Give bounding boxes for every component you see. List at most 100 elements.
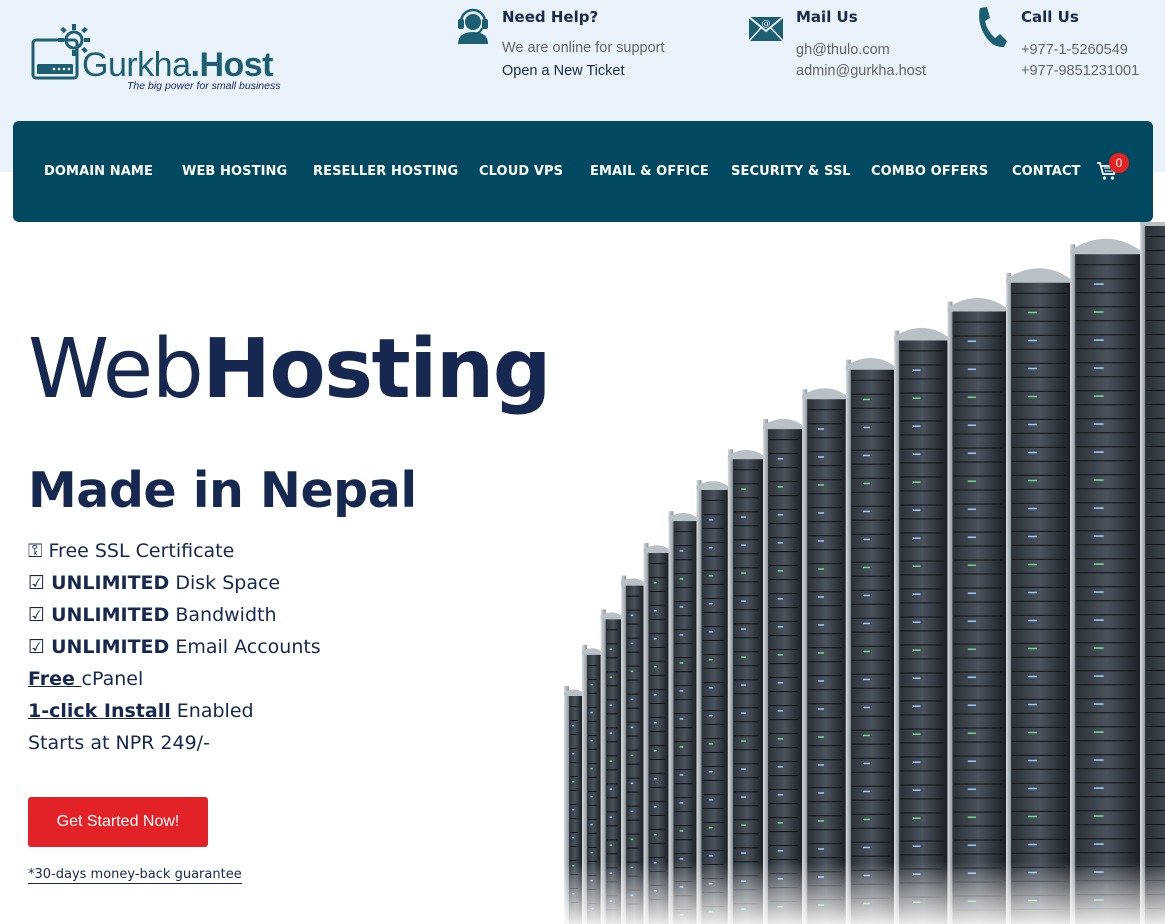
rack-unit <box>606 769 618 771</box>
rack-unit <box>674 629 693 631</box>
rack-unit <box>769 439 799 441</box>
rack-led <box>1093 339 1104 341</box>
rack-led <box>1028 423 1038 426</box>
rack-unit <box>953 433 1003 435</box>
rack-unit <box>649 562 665 564</box>
rack-unit <box>900 476 944 478</box>
rack-unit <box>1012 544 1067 546</box>
rack-unit <box>627 637 640 639</box>
rack-led <box>679 718 684 720</box>
nav-cloud-vps[interactable]: CLOUD VPS <box>479 164 563 179</box>
rack-unit <box>702 541 724 543</box>
free-link[interactable]: Free <box>28 668 82 690</box>
rack-led <box>653 749 657 752</box>
rack-unit <box>900 448 944 450</box>
rack-unit <box>900 462 944 464</box>
mail-address-2[interactable]: admin@gurkha.host <box>796 63 926 79</box>
rack-unit <box>900 574 944 576</box>
checkbox-icon: ☑ <box>28 636 46 658</box>
rack-unit <box>953 629 1003 631</box>
rack-unit <box>953 601 1003 603</box>
mail-address-1[interactable]: gh@thulo.com <box>796 42 890 58</box>
rack-unit <box>570 832 578 833</box>
rack-unit <box>808 507 842 509</box>
rack-unit <box>1012 572 1067 574</box>
rack-led <box>912 509 921 511</box>
get-started-button[interactable]: Get Started Now! <box>28 797 208 847</box>
rack-unit <box>1146 726 1165 727</box>
rack-unit <box>1146 852 1165 853</box>
rack-led <box>590 823 593 826</box>
rack-led <box>1028 479 1038 482</box>
rack-led <box>741 600 746 602</box>
rack-unit <box>1076 740 1137 742</box>
rack-frame <box>1070 244 1076 924</box>
phone-number-1[interactable]: +977-1-5260549 <box>1021 42 1128 58</box>
rack-led <box>1093 759 1104 761</box>
rack-unit <box>1012 740 1067 742</box>
rack-unit <box>1146 600 1165 601</box>
rack-led <box>1028 563 1038 566</box>
rack-unit <box>851 617 891 619</box>
rack-unit <box>588 846 597 848</box>
rack-led <box>863 454 870 457</box>
phone-number-2[interactable]: +977-9851231001 <box>1021 63 1139 79</box>
rack-led <box>912 397 921 399</box>
rack-led <box>1028 591 1038 594</box>
rack-unit <box>1076 362 1137 364</box>
cart-count-badge[interactable]: 0 <box>1109 153 1129 173</box>
rack-unit <box>627 819 640 821</box>
rack-unit <box>702 821 724 823</box>
rack-unit <box>769 817 799 819</box>
help-title: Need Help? <box>502 8 599 26</box>
rack-unit <box>733 483 760 485</box>
rack-led <box>1028 731 1038 734</box>
rack-unit <box>808 479 842 481</box>
rack-unit <box>1012 348 1067 350</box>
rack-led <box>741 740 746 742</box>
rack-led <box>912 593 921 595</box>
nav-domain-name[interactable]: DOMAIN NAME <box>44 164 153 179</box>
nav-web-hosting[interactable]: WEB HOSTING <box>182 164 287 179</box>
rack-led <box>967 536 977 539</box>
rack-led <box>630 810 634 813</box>
rack-led <box>863 846 870 849</box>
nav-email-office[interactable]: EMAIL & OFFICE <box>590 164 709 179</box>
rack-led <box>1093 367 1104 369</box>
rack-unit <box>851 547 891 549</box>
rack-unit <box>900 742 944 744</box>
rack-unit <box>627 595 640 597</box>
rack-unit <box>674 769 693 771</box>
nav-security-ssl[interactable]: SECURITY & SSL <box>731 164 851 179</box>
open-ticket-link[interactable]: Open a New Ticket <box>502 63 625 79</box>
rack-led <box>609 816 613 818</box>
money-back-guarantee-link[interactable]: *30-days money-back guarantee <box>28 867 242 884</box>
rack-unit <box>808 843 842 845</box>
nav-combo-offers[interactable]: COMBO OFFERS <box>871 164 988 179</box>
nav-reseller-hosting[interactable]: RESELLER HOSTING <box>313 164 458 179</box>
rack-unit <box>953 573 1003 575</box>
rack-unit <box>900 602 944 604</box>
rack-led <box>708 854 713 857</box>
rack-unit <box>1012 334 1067 336</box>
rack-unit <box>953 545 1003 547</box>
site-logo[interactable]: Gurkha.Host The big power for small busi… <box>30 20 290 96</box>
rack-led <box>609 844 613 846</box>
rack-unit <box>1146 656 1165 657</box>
rack-unit <box>769 803 799 805</box>
rack-unit <box>733 665 760 667</box>
rack-unit <box>953 447 1003 449</box>
rack-unit <box>1146 670 1165 671</box>
rack-unit <box>1076 656 1137 658</box>
rack-unit <box>808 773 842 775</box>
rack-led <box>912 761 921 763</box>
server-racks-image <box>540 222 1165 924</box>
rack-unit <box>1076 824 1137 826</box>
one-click-install-link[interactable]: 1-click Install <box>28 700 171 722</box>
nav-contact[interactable]: CONTACT <box>1012 164 1081 179</box>
rack-led <box>777 626 783 628</box>
rack-unit <box>627 623 640 625</box>
rack-unit <box>627 693 640 695</box>
rack-unit <box>649 856 665 858</box>
rack-unit <box>900 756 944 758</box>
